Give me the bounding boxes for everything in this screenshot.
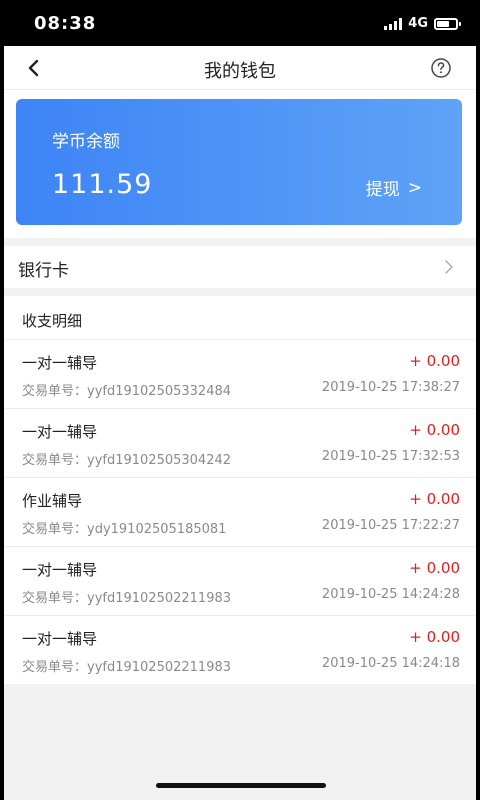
transaction-name: 作业辅导 — [22, 492, 83, 510]
transaction-row[interactable]: 一对一辅导 + 0.00 交易单号：yyfd19102502211983 201… — [4, 616, 476, 685]
transaction-amount: + 0.00 — [409, 352, 460, 370]
balance-value: 111.59 — [52, 169, 153, 200]
details-title: 收支明细 — [4, 296, 476, 340]
transaction-amount: + 0.00 — [409, 628, 460, 646]
screen: 08:38 4G 我的钱包 学币余额 111.59 提现 > 银行卡 收支明细 … — [4, 0, 476, 800]
chevron-right-icon — [445, 260, 453, 274]
help-circle-icon[interactable] — [430, 57, 452, 79]
phone-frame: 08:38 4G 我的钱包 学币余额 111.59 提现 > 银行卡 收支明细 … — [0, 0, 480, 800]
transaction-row[interactable]: 一对一辅导 + 0.00 交易单号：yyfd19102505304242 201… — [4, 409, 476, 478]
transaction-time: 2019-10-25 17:32:53 — [321, 449, 460, 464]
transaction-order-no: 交易单号：yyfd19102502211983 — [22, 591, 232, 606]
transaction-order-no: 交易单号：ydy19102505185081 — [22, 522, 227, 537]
network-type: 4G — [408, 16, 428, 31]
status-indicators: 4G — [384, 16, 461, 31]
signal-icon — [384, 17, 403, 30]
balance-section: 学币余额 111.59 提现 > — [4, 90, 476, 238]
transaction-name: 一对一辅导 — [22, 354, 98, 372]
transaction-amount: + 0.00 — [409, 490, 460, 508]
bank-card-label: 银行卡 — [18, 261, 69, 281]
transaction-order-no: 交易单号：yyfd19102502211983 — [22, 660, 232, 675]
battery-icon — [434, 17, 461, 30]
transaction-time: 2019-10-25 17:22:27 — [321, 518, 460, 533]
transaction-order-no: 交易单号：yyfd19102505304242 — [22, 453, 232, 468]
withdraw-button[interactable]: 提现 > — [365, 175, 422, 201]
bank-card-row[interactable]: 银行卡 — [4, 246, 476, 288]
transaction-amount: + 0.00 — [409, 421, 460, 439]
home-indicator[interactable] — [156, 783, 326, 788]
transaction-row[interactable]: 一对一辅导 + 0.00 交易单号：yyfd19102505332484 201… — [4, 340, 476, 409]
balance-card: 学币余额 111.59 提现 > — [16, 99, 462, 225]
transaction-name: 一对一辅导 — [22, 423, 98, 441]
transaction-order-no: 交易单号：yyfd19102505332484 — [22, 384, 232, 399]
page-title: 我的钱包 — [204, 61, 276, 82]
transaction-amount: + 0.00 — [409, 559, 460, 577]
transaction-time: 2019-10-25 17:38:27 — [321, 380, 460, 395]
transaction-name: 一对一辅导 — [22, 630, 98, 648]
nav-bar: 我的钱包 — [4, 46, 476, 90]
transaction-row[interactable]: 作业辅导 + 0.00 交易单号：ydy19102505185081 2019-… — [4, 478, 476, 547]
transaction-time: 2019-10-25 14:24:28 — [321, 587, 460, 602]
withdraw-chevron-icon: > — [407, 177, 422, 198]
status-bar: 08:38 4G — [4, 0, 476, 46]
transaction-details: 收支明细 一对一辅导 + 0.00 交易单号：yyfd1910250533248… — [4, 296, 476, 684]
balance-label: 学币余额 — [52, 132, 120, 152]
withdraw-label: 提现 — [365, 180, 400, 200]
status-time: 08:38 — [34, 13, 97, 34]
transaction-row[interactable]: 一对一辅导 + 0.00 交易单号：yyfd19102502211983 201… — [4, 547, 476, 616]
transaction-name: 一对一辅导 — [22, 561, 98, 579]
transaction-time: 2019-10-25 14:24:18 — [321, 656, 460, 671]
